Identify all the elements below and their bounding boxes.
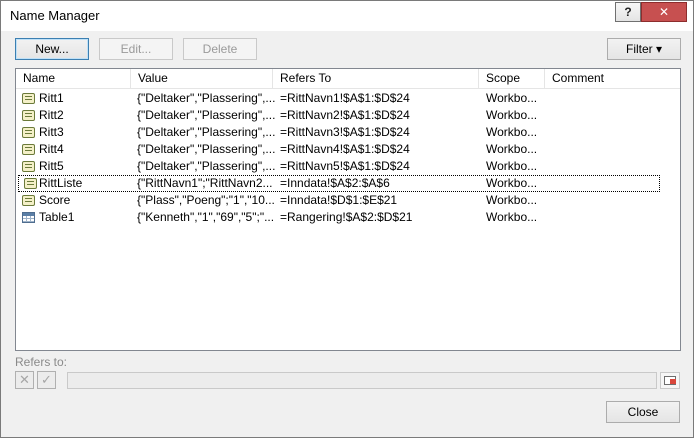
cell-comment [552, 124, 672, 141]
cell-comment [552, 209, 672, 226]
name-icon [22, 110, 35, 121]
cell-comment [552, 175, 672, 192]
dialog-title: Name Manager [10, 8, 100, 23]
cell-comment [552, 107, 672, 124]
cell-refers-to: =Inndata!$D$1:$E$21 [280, 193, 398, 207]
column-header-comment[interactable]: Comment [545, 69, 680, 89]
cell-name: Ritt5 [39, 159, 64, 173]
filter-button[interactable]: Filter ▾ [607, 38, 681, 60]
name-icon [24, 178, 37, 189]
table-icon [22, 212, 35, 223]
list-header: Name Value Refers To Scope Comment [16, 69, 680, 89]
name-icon [22, 195, 35, 206]
close-button[interactable]: Close [606, 401, 680, 423]
cell-value: {"Deltaker","Plassering",... [137, 125, 275, 139]
table-row[interactable]: Ritt2 {"Deltaker","Plassering",... =RittNa… [16, 107, 680, 124]
table-row[interactable]: Ritt1 {"Deltaker","Plassering",... =RittNa… [16, 90, 680, 107]
cell-name: RittListe [39, 176, 83, 190]
names-list[interactable]: Name Value Refers To Scope Comment Ritt1… [15, 68, 681, 351]
help-button[interactable]: ? [615, 2, 641, 22]
cell-scope: Workbo... [486, 176, 538, 190]
refers-to-input[interactable] [67, 372, 657, 389]
cell-scope: Workbo... [486, 210, 538, 224]
cell-scope: Workbo... [486, 142, 538, 156]
cell-name: Ritt3 [39, 125, 64, 139]
cell-name: Table1 [39, 210, 75, 224]
cell-refers-to: =RittNavn5!$A$1:$D$24 [280, 159, 410, 173]
name-icon [22, 93, 35, 104]
name-icon [22, 127, 35, 138]
cell-name: Ritt4 [39, 142, 64, 156]
cell-refers-to: =RittNavn2!$A$1:$D$24 [280, 108, 410, 122]
name-icon [22, 161, 35, 172]
cell-refers-to: =Rangering!$A$2:$D$21 [280, 210, 413, 224]
title-bar: Name Manager ? ✕ [1, 1, 693, 31]
name-icon [22, 144, 35, 155]
confirm-edit-button[interactable]: ✓ [37, 371, 56, 389]
cell-value: {"Deltaker","Plassering",... [137, 159, 275, 173]
cell-scope: Workbo... [486, 108, 538, 122]
cell-scope: Workbo... [486, 91, 538, 105]
table-row[interactable]: Ritt3 {"Deltaker","Plassering",... =RittNa… [16, 124, 680, 141]
column-header-scope[interactable]: Scope [479, 69, 545, 89]
cell-value: {"Plass","Poeng";"1","10... [137, 193, 275, 207]
column-header-name[interactable]: Name [16, 69, 131, 89]
collapse-dialog-button[interactable] [660, 372, 680, 389]
cell-refers-to: =RittNavn4!$A$1:$D$24 [280, 142, 410, 156]
cell-comment [552, 90, 672, 107]
cell-comment [552, 192, 672, 209]
close-window-button[interactable]: ✕ [641, 2, 687, 22]
cell-name: Ritt1 [39, 91, 64, 105]
refers-to-label: Refers to: [15, 355, 68, 369]
cell-value: {"Deltaker","Plassering",... [137, 108, 275, 122]
column-header-refers-to[interactable]: Refers To [273, 69, 479, 89]
table-row[interactable]: Score {"Plass","Poeng";"1","10... =Inndata… [16, 192, 680, 209]
cell-scope: Workbo... [486, 159, 538, 173]
table-row[interactable]: Ritt5 {"Deltaker","Plassering",... =RittNa… [16, 158, 680, 175]
edit-button[interactable]: Edit... [99, 38, 173, 60]
cell-comment [552, 141, 672, 158]
new-button[interactable]: New... [15, 38, 89, 60]
delete-button[interactable]: Delete [183, 38, 257, 60]
name-manager-dialog: Name Manager ? ✕ New... Edit... Delete F… [0, 0, 694, 438]
cell-name: Score [39, 193, 71, 207]
red-arrow-icon [670, 379, 676, 384]
cell-scope: Workbo... [486, 125, 538, 139]
cell-value: {"Deltaker","Plassering",... [137, 142, 275, 156]
cell-refers-to: =RittNavn1!$A$1:$D$24 [280, 91, 410, 105]
cell-value: {"Kenneth","1","69","5";"... [137, 210, 275, 224]
cell-refers-to: =Inndata!$A$2:$A$6 [280, 176, 390, 190]
cancel-edit-button[interactable]: ✕ [15, 371, 34, 389]
column-header-value[interactable]: Value [131, 69, 273, 89]
cell-value: {"RittNavn1";"RittNavn2... [137, 176, 273, 190]
cell-name: Ritt2 [39, 108, 64, 122]
table-row[interactable]: RittListe {"RittNavn1";"RittNavn2... =Innd… [18, 175, 660, 192]
cell-refers-to: =RittNavn3!$A$1:$D$24 [280, 125, 410, 139]
cell-comment [552, 158, 672, 175]
table-row[interactable]: Table1 {"Kenneth","1","69","5";"... =Range… [16, 209, 680, 226]
cell-scope: Workbo... [486, 193, 538, 207]
cell-value: {"Deltaker","Plassering",... [137, 91, 275, 105]
table-row[interactable]: Ritt4 {"Deltaker","Plassering",... =RittNa… [16, 141, 680, 158]
